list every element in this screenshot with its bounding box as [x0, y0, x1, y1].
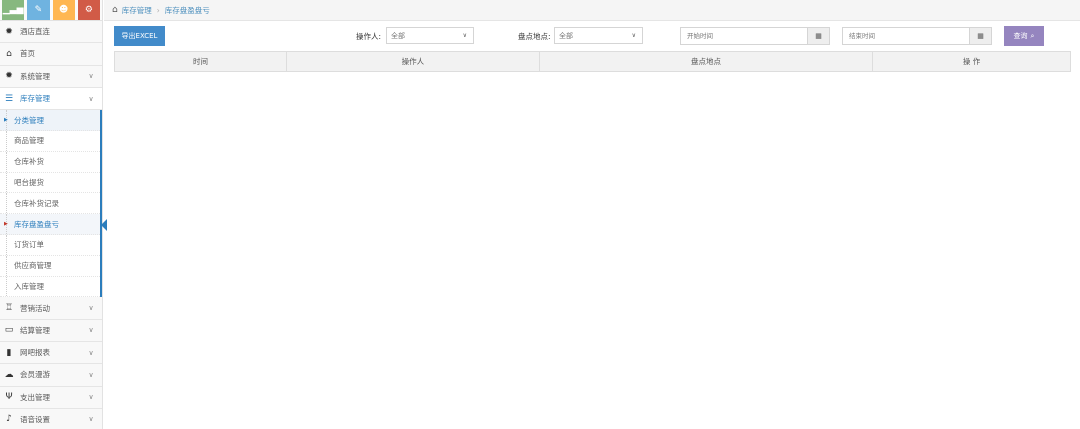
- sidebar-item-expenses[interactable]: Ψ 支出管理 ∨: [0, 386, 102, 409]
- submenu-inventory: ▶ 分类管理 商品管理 仓库补货 吧台提货 仓库补货记录 ▶ 库存盘盈盘亏 订货订单…: [0, 110, 107, 298]
- bell-icon: ♪: [6, 414, 12, 425]
- search-icon: ⌕: [1030, 31, 1035, 40]
- users-icon[interactable]: ☻: [52, 0, 75, 20]
- database-icon: ☰: [4, 93, 14, 104]
- submenu-item-suppliers[interactable]: 供应商管理: [0, 255, 100, 277]
- submenu-item-category[interactable]: ▶ 分类管理: [0, 110, 100, 131]
- column-header-actions: 操 作: [872, 51, 1071, 72]
- cloud-icon: ☁: [4, 369, 14, 380]
- submenu-item-label: 分类管理: [14, 115, 44, 125]
- start-date-input[interactable]: [681, 28, 807, 44]
- filter-toolbar: 导出EXCEL 操作人: 全部 ∨ 盘点地点: 全部 ∨ ▦ ▦ 查询 ⌕: [114, 26, 1066, 46]
- submenu-item-label: 仓库补货记录: [14, 198, 59, 208]
- breadcrumb-item-inventory[interactable]: 库存管理: [122, 5, 152, 16]
- table-header-row: 时间 操作人 盘点地点 操 作: [113, 51, 1071, 72]
- sidebar-item-voice-settings[interactable]: ♪ 语音设置 ∨: [0, 408, 102, 429]
- sidebar-item-inventory[interactable]: ☰ 库存管理 ∨: [0, 87, 102, 111]
- submenu-item-label: 订货订单: [14, 240, 44, 250]
- gear-icon: ✹: [5, 26, 13, 37]
- gear-icon: ✹: [5, 71, 13, 82]
- query-button[interactable]: 查询 ⌕: [1004, 26, 1044, 46]
- submenu-item-restock-records[interactable]: 仓库补货记录: [0, 193, 100, 215]
- submenu-item-label: 商品管理: [14, 136, 44, 146]
- sidebar-item-member-roaming[interactable]: ☁ 会员漫游 ∨: [0, 364, 102, 387]
- chevron-down-icon: ∨: [88, 370, 94, 379]
- chevron-down-icon: ∨: [631, 32, 636, 39]
- chevron-down-icon: ∨: [88, 415, 94, 424]
- sidebar-item-hotel-direct[interactable]: ✹ 酒店直连: [0, 21, 102, 44]
- stock-check-table: 时间 操作人 盘点地点 操 作: [113, 51, 1071, 72]
- end-date-field: ▦: [842, 27, 992, 45]
- location-select-value: 全部: [559, 31, 573, 40]
- chevron-down-icon: ∨: [88, 348, 94, 357]
- sidebar-item-label: 会员漫游: [20, 370, 50, 380]
- sidebar-item-settlement[interactable]: ▭ 结算管理 ∨: [0, 319, 102, 342]
- sidebar-item-label: 结算管理: [20, 325, 50, 335]
- sidebar-item-reports[interactable]: ▮ 网吧报表 ∨: [0, 341, 102, 365]
- calendar-icon[interactable]: ▦: [969, 28, 991, 44]
- submenu-item-label: 库存盘盈盘亏: [14, 219, 59, 229]
- location-select[interactable]: 全部 ∨: [554, 27, 643, 44]
- submenu-item-restock[interactable]: 仓库补货: [0, 151, 100, 173]
- sidebar-item-label: 首页: [20, 49, 35, 59]
- breadcrumb-separator: ›: [156, 5, 160, 15]
- shortcut-bar: ▁▃▅ ✎ ☻ ⚙: [0, 0, 102, 21]
- export-excel-button[interactable]: 导出EXCEL: [114, 26, 165, 46]
- cogs-icon[interactable]: ⚙: [77, 0, 100, 20]
- submenu-item-orders[interactable]: 订货订单: [0, 234, 100, 256]
- calendar-icon[interactable]: ▦: [807, 28, 829, 44]
- submenu-item-label: 入库管理: [14, 281, 44, 291]
- location-label: 盘点地点:: [518, 32, 551, 41]
- column-header-location: 盘点地点: [538, 51, 874, 72]
- sidebar-item-label: 网吧报表: [20, 348, 50, 358]
- submenu-item-label: 吧台提货: [14, 177, 44, 187]
- bar-chart-icon: ▮: [6, 347, 12, 358]
- sidebar-item-label: 库存管理: [20, 94, 50, 104]
- column-header-time: 时间: [113, 51, 288, 72]
- operator-select-value: 全部: [391, 31, 405, 40]
- start-date-field: ▦: [680, 27, 830, 45]
- chevron-down-icon: ∨: [88, 326, 94, 335]
- caret-right-icon: ▶: [4, 221, 8, 228]
- sidebar-item-system[interactable]: ✹ 系统管理 ∨: [0, 65, 102, 88]
- chevron-down-icon: ∨: [462, 32, 467, 39]
- submenu-item-warehousing[interactable]: 入库管理: [0, 276, 100, 298]
- sidebar: ▁▃▅ ✎ ☻ ⚙ ✹ 酒店直连 ⌂ 首页 ✹ 系统管理 ∨ ☰ 库存管理 ∨ …: [0, 0, 107, 429]
- sidebar-item-marketing[interactable]: ♖ 营销活动 ∨: [0, 297, 102, 320]
- home-icon: ⌂: [6, 48, 12, 59]
- sidebar-item-label: 支出管理: [20, 392, 50, 402]
- chevron-down-icon: ∨: [88, 94, 94, 103]
- submenu-item-label: 仓库补货: [14, 157, 44, 167]
- credit-card-icon: ▭: [4, 325, 14, 336]
- operator-select[interactable]: 全部 ∨: [386, 27, 474, 44]
- breadcrumb-item-current: 库存盘盈盘亏: [164, 5, 210, 15]
- chevron-down-icon: ∨: [88, 393, 94, 402]
- home-icon[interactable]: ⌂: [112, 5, 118, 15]
- column-header-operator: 操作人: [286, 51, 540, 72]
- sidebar-item-label: 语音设置: [20, 414, 50, 424]
- chevron-down-icon: ∨: [88, 72, 94, 81]
- caret-right-icon: ▶: [4, 117, 8, 124]
- cutlery-icon: Ψ: [5, 392, 13, 403]
- bar-chart-icon[interactable]: ▁▃▅: [2, 0, 25, 20]
- submenu-item-label: 供应商管理: [14, 261, 52, 271]
- submenu-item-stock-check[interactable]: ▶ 库存盘盈盘亏: [0, 214, 107, 235]
- submenu-item-bar-pickup[interactable]: 吧台提货: [0, 172, 100, 194]
- sidebar-item-label: 酒店直连: [20, 27, 50, 37]
- sidebar-item-label: 营销活动: [20, 303, 50, 313]
- sidebar-item-label: 系统管理: [20, 71, 50, 81]
- operator-label: 操作人:: [356, 32, 382, 41]
- submenu-item-goods[interactable]: 商品管理: [0, 130, 100, 152]
- chevron-down-icon: ∨: [88, 304, 94, 312]
- query-button-label: 查询: [1013, 32, 1028, 40]
- gift-icon: ♖: [4, 303, 14, 313]
- sidebar-item-home[interactable]: ⌂ 首页: [0, 43, 102, 66]
- end-date-input[interactable]: [843, 28, 969, 44]
- breadcrumb: ⌂ 库存管理 › 库存盘盈盘亏: [104, 0, 1080, 21]
- pencil-icon[interactable]: ✎: [27, 0, 50, 20]
